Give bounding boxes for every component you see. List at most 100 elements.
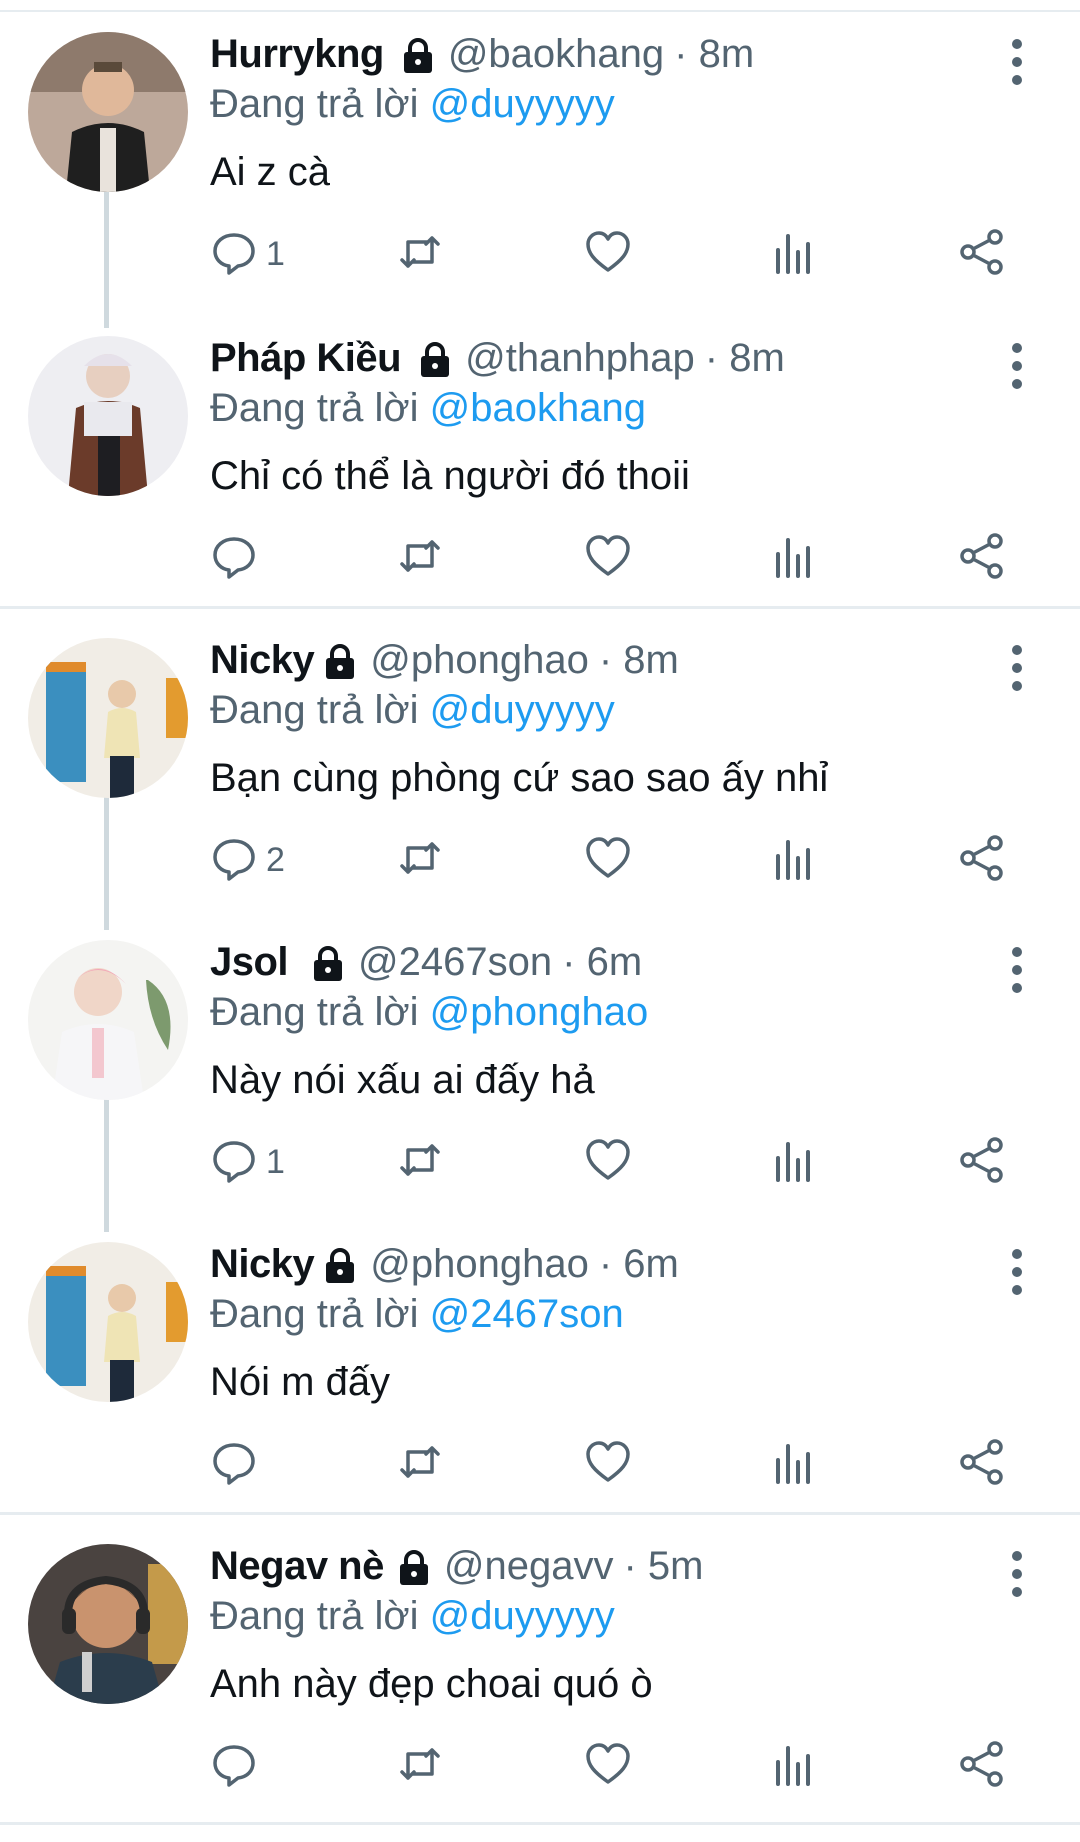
timestamp[interactable]: · 5m [623, 1538, 703, 1594]
like-button[interactable] [584, 224, 632, 284]
mention-link[interactable]: @duyyyyy [430, 688, 615, 732]
timestamp[interactable]: · 6m [599, 1236, 679, 1292]
timestamp[interactable]: · 8m [674, 26, 754, 82]
more-vertical-icon[interactable] [1000, 336, 1034, 396]
top-divider [0, 0, 1080, 12]
reply-prefix: Đang trả lời [210, 1594, 419, 1638]
retweet-button[interactable] [396, 830, 444, 890]
tweet[interactable]: Pháp Kiều @thanhphap · 8m Đang trả lời @… [0, 318, 1080, 620]
display-name[interactable]: Nicky [210, 1236, 315, 1292]
tweet[interactable]: Nicky @phonghao · 6m Đang trả lời @2467s… [0, 1224, 1080, 1526]
avatar[interactable] [28, 1544, 188, 1704]
reply-button[interactable] [210, 1736, 266, 1796]
reply-button[interactable]: 1 [210, 1132, 285, 1192]
views-button[interactable] [770, 1132, 818, 1192]
tweet-actions [210, 1736, 1030, 1796]
views-button[interactable] [770, 1736, 818, 1796]
like-button[interactable] [584, 528, 632, 588]
views-button[interactable] [770, 1434, 818, 1494]
share-button[interactable] [958, 224, 1006, 284]
timestamp[interactable]: · 8m [705, 330, 785, 386]
user-handle[interactable]: @negavv [444, 1538, 614, 1594]
like-button[interactable] [584, 1434, 632, 1494]
views-button[interactable] [770, 224, 818, 284]
share-button[interactable] [958, 1434, 1006, 1494]
retweet-button[interactable] [396, 1132, 444, 1192]
replying-to: Đang trả lời @duyyyyy [210, 76, 615, 132]
reply-prefix: Đang trả lời [210, 688, 419, 732]
display-name[interactable]: Pháp Kiều [210, 330, 402, 386]
avatar[interactable] [28, 638, 188, 798]
display-name[interactable]: Nicky [210, 632, 315, 688]
reply-icon [210, 532, 258, 585]
tweet-text: Ai z cà [210, 150, 331, 194]
mention-link[interactable]: @2467son [430, 1292, 624, 1336]
retweet-button[interactable] [396, 224, 444, 284]
replying-to: Đang trả lời @duyyyyy [210, 1588, 615, 1644]
more-vertical-icon[interactable] [1000, 1242, 1034, 1302]
heart-icon [584, 834, 632, 887]
display-name[interactable]: Negav nè [210, 1538, 384, 1594]
reply-button[interactable]: 1 [210, 224, 285, 284]
views-icon [770, 1136, 818, 1189]
tweet[interactable]: Hurrykng @baokhang · 8m Đang trả lời @du… [0, 14, 1080, 316]
tweet[interactable]: Nicky @phonghao · 8m Đang trả lời @duyyy… [0, 620, 1080, 922]
share-icon [958, 1740, 1006, 1793]
reply-count: 1 [266, 234, 285, 273]
tweet[interactable]: Jsol @2467son · 6m Đang trả lời @phongha… [0, 922, 1080, 1224]
retweet-button[interactable] [396, 1736, 444, 1796]
reply-button[interactable]: 2 [210, 830, 285, 890]
tweet[interactable]: Negav nè @negavv · 5m Đang trả lời @duyy… [0, 1526, 1080, 1828]
views-button[interactable] [770, 528, 818, 588]
like-button[interactable] [584, 830, 632, 890]
reply-icon [210, 1740, 258, 1793]
lock-icon [398, 34, 438, 74]
timestamp[interactable]: · 6m [562, 934, 642, 990]
avatar[interactable] [28, 940, 188, 1100]
display-name[interactable]: Hurrykng [210, 26, 384, 82]
reply-button[interactable] [210, 528, 266, 588]
mention-link[interactable]: @baokhang [430, 386, 646, 430]
share-button[interactable] [958, 528, 1006, 588]
timestamp[interactable]: · 8m [599, 632, 679, 688]
lock-icon [415, 338, 455, 378]
tweet-header: Nicky @phonghao · 8m [210, 632, 679, 688]
share-icon [958, 532, 1006, 585]
user-handle[interactable]: @baokhang [448, 26, 664, 82]
share-button[interactable] [958, 830, 1006, 890]
share-icon [958, 228, 1006, 281]
tweet-text: Này nói xấu ai đấy hả [210, 1058, 595, 1102]
tweet-actions: 1 [210, 224, 1030, 284]
reply-count: 2 [266, 840, 285, 879]
like-button[interactable] [584, 1132, 632, 1192]
reply-button[interactable] [210, 1434, 266, 1494]
more-vertical-icon[interactable] [1000, 1544, 1034, 1604]
tweet-header: Pháp Kiều @thanhphap · 8m [210, 330, 785, 386]
tweet-actions [210, 528, 1030, 588]
lock-icon [320, 1244, 360, 1284]
more-vertical-icon[interactable] [1000, 940, 1034, 1000]
share-button[interactable] [958, 1132, 1006, 1192]
views-button[interactable] [770, 830, 818, 890]
mention-link[interactable]: @phonghao [430, 990, 649, 1034]
more-vertical-icon[interactable] [1000, 32, 1034, 92]
mention-link[interactable]: @duyyyyy [430, 1594, 615, 1638]
user-handle[interactable]: @phonghao [370, 1236, 589, 1292]
display-name[interactable]: Jsol [210, 934, 289, 990]
more-vertical-icon[interactable] [1000, 638, 1034, 698]
share-button[interactable] [958, 1736, 1006, 1796]
views-icon [770, 834, 818, 887]
retweet-button[interactable] [396, 1434, 444, 1494]
avatar[interactable] [28, 336, 188, 496]
avatar[interactable] [28, 1242, 188, 1402]
mention-link[interactable]: @duyyyyy [430, 82, 615, 126]
user-handle[interactable]: @thanhphap [465, 330, 695, 386]
user-handle[interactable]: @2467son [358, 934, 552, 990]
retweet-button[interactable] [396, 528, 444, 588]
like-button[interactable] [584, 1736, 632, 1796]
reply-icon [210, 1136, 258, 1189]
user-handle[interactable]: @phonghao [370, 632, 589, 688]
avatar[interactable] [28, 32, 188, 192]
tweet-text: Chỉ có thể là người đó thoii [210, 454, 690, 498]
replying-to: Đang trả lời @2467son [210, 1286, 624, 1342]
